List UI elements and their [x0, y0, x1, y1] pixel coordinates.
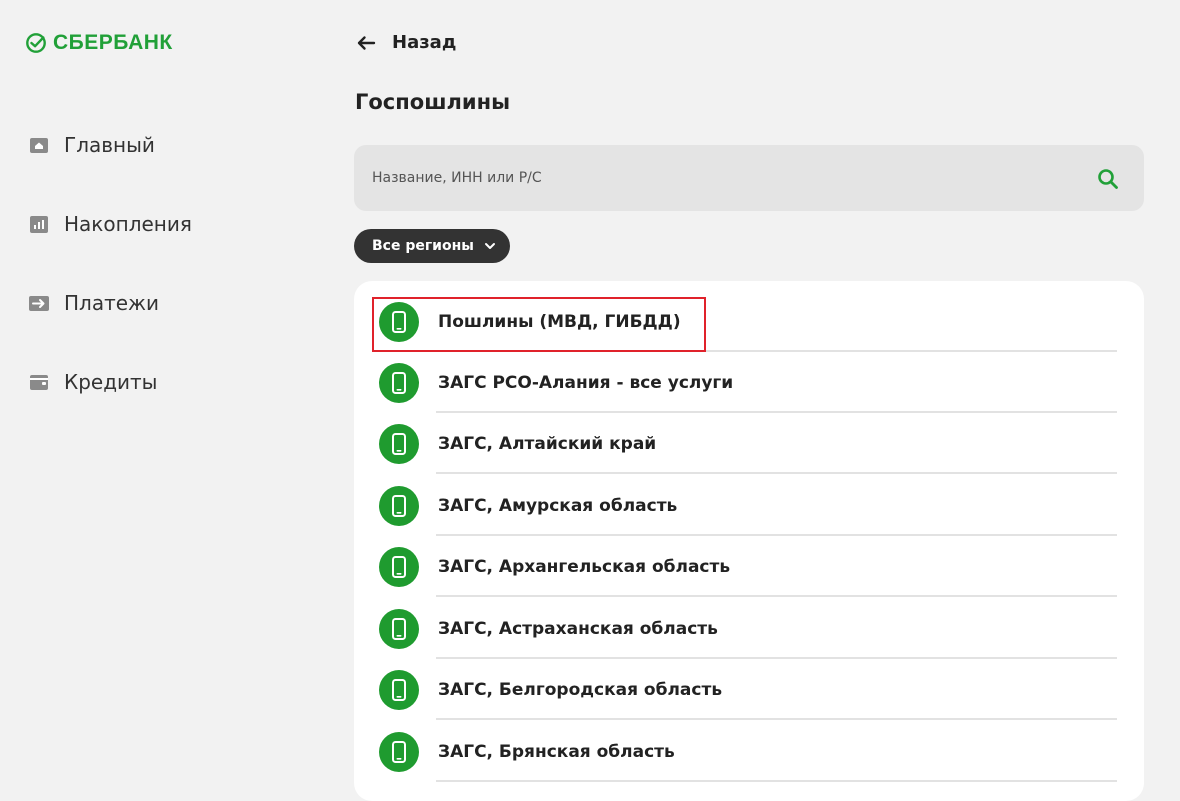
- list-item-label: ЗАГС РСО-Алания - все услуги: [438, 372, 734, 393]
- sidebar-item-label: Платежи: [64, 291, 160, 315]
- list-item[interactable]: ЗАГС, Архангельская область: [379, 536, 1117, 597]
- sidebar-item-savings[interactable]: Накопления: [28, 209, 192, 239]
- back-label: Назад: [392, 32, 457, 53]
- list-item[interactable]: ЗАГС, Алтайский край: [379, 413, 1117, 474]
- phone-icon: [379, 669, 419, 710]
- phone-icon: [379, 608, 419, 649]
- sidebar-item-credits[interactable]: Кредиты: [28, 367, 192, 397]
- list-item-label: ЗАГС, Алтайский край: [438, 433, 657, 454]
- list-item[interactable]: ЗАГС РСО-Алания - все услуги: [379, 352, 1117, 413]
- page-title: Госпошлины: [355, 90, 511, 114]
- sidebar-item-label: Главный: [64, 133, 155, 157]
- list-item-label: Пошлины (МВД, ГИБДД): [438, 311, 681, 332]
- list-item-label: ЗАГС, Белгородская область: [438, 679, 723, 700]
- sidebar-item-main[interactable]: Главный: [28, 130, 192, 160]
- list-item[interactable]: ЗАГС, Брянская область: [379, 721, 1117, 782]
- search-icon[interactable]: [1096, 167, 1120, 191]
- arrow-left-icon: [357, 35, 376, 50]
- chart-icon: [28, 213, 50, 235]
- home-icon: [28, 134, 50, 156]
- brand-name: СБЕРБАНК: [53, 31, 173, 54]
- list-item[interactable]: ЗАГС, Амурская область: [379, 475, 1117, 536]
- list-item-label: ЗАГС, Астраханская область: [438, 618, 718, 639]
- phone-icon: [379, 362, 419, 403]
- sidebar-item-payments[interactable]: Платежи: [28, 288, 192, 318]
- phone-icon: [379, 301, 419, 342]
- sidebar-nav: Главный Накопления Платежи Кредиты: [28, 130, 192, 446]
- sidebar-item-label: Накопления: [64, 212, 192, 236]
- services-list: Пошлины (МВД, ГИБДД) ЗАГС РСО-Алания - в…: [354, 281, 1144, 801]
- back-button[interactable]: Назад: [356, 32, 456, 53]
- region-filter-label: Все регионы: [372, 238, 474, 254]
- list-item[interactable]: ЗАГС, Астраханская область: [379, 598, 1117, 659]
- list-item[interactable]: Пошлины (МВД, ГИБДД): [379, 291, 1117, 352]
- list-item-label: ЗАГС, Брянская область: [438, 741, 675, 762]
- search-bar: [354, 145, 1144, 211]
- list-item-label: ЗАГС, Амурская область: [438, 495, 678, 516]
- list-item[interactable]: ЗАГС, Белгородская область: [379, 659, 1117, 720]
- payment-arrow-icon: [28, 292, 50, 314]
- phone-icon: [379, 423, 419, 464]
- phone-icon: [379, 731, 419, 772]
- phone-icon: [379, 485, 419, 526]
- sberbank-logo-icon: [26, 33, 46, 53]
- phone-icon: [379, 546, 419, 587]
- wallet-icon: [28, 371, 50, 393]
- search-input[interactable]: [372, 145, 1052, 211]
- region-filter-dropdown[interactable]: Все регионы: [354, 229, 510, 263]
- list-item-label: ЗАГС, Архангельская область: [438, 556, 731, 577]
- chevron-down-icon: [484, 243, 495, 249]
- sidebar-item-label: Кредиты: [64, 370, 158, 394]
- sberbank-logo[interactable]: СБЕРБАНК: [25, 31, 173, 55]
